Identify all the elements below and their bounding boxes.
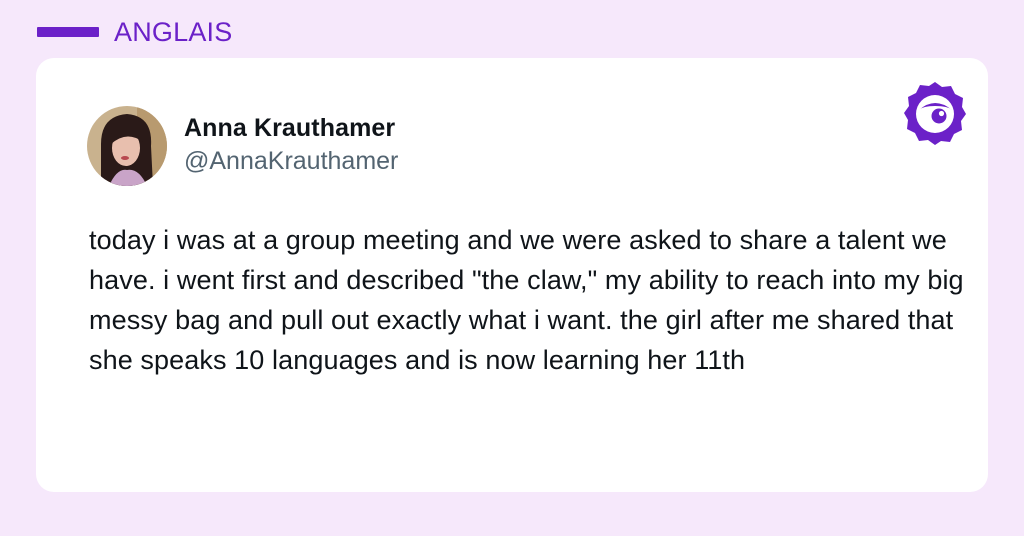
brand-logo-icon xyxy=(902,80,968,146)
author-name[interactable]: Anna Krauthamer xyxy=(184,113,398,143)
tweet-card: Anna Krauthamer @AnnaKrauthamer today i … xyxy=(36,58,988,492)
author-handle[interactable]: @AnnaKrauthamer xyxy=(184,146,398,176)
header-accent-bar xyxy=(37,27,99,37)
tweet-author: Anna Krauthamer @AnnaKrauthamer xyxy=(184,113,398,176)
tweet-text: today i was at a group meeting and we we… xyxy=(89,225,964,375)
avatar[interactable] xyxy=(87,106,167,186)
header-label: ANGLAIS xyxy=(114,16,233,47)
section-header: ANGLAIS xyxy=(37,14,232,50)
